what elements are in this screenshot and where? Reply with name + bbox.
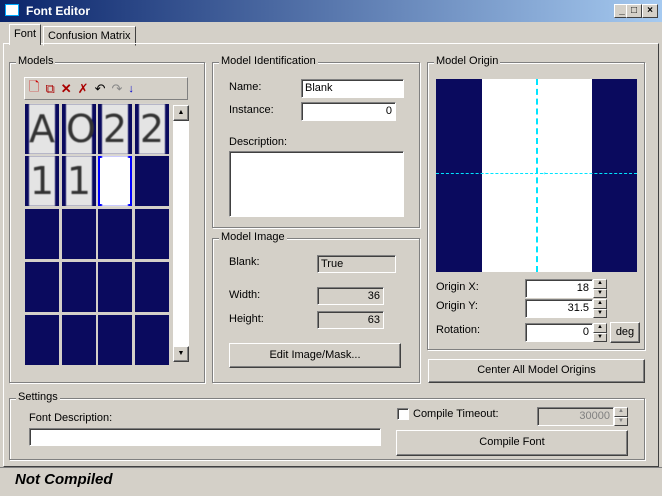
scroll-down-button[interactable]: ▼ [173,346,189,362]
models-toolbar: 🗋 ⧉ ✕ ✗ ↶ ↷ ↓ [24,77,188,100]
compile-timeout-input[interactable]: 30000 [537,407,614,426]
rotation-spinner[interactable]: ▲ ▼ [593,323,607,342]
compile-timeout-spinner[interactable]: ▲ ▼ [614,407,628,426]
models-label: Models [16,55,56,67]
origin-horizontal-line [436,173,637,174]
origin-y-input[interactable]: 31.5 [525,299,593,318]
width-label: Width: [229,289,261,301]
model-cell[interactable] [98,262,132,312]
rotation-unit-button[interactable]: deg [610,322,640,343]
compile-status: Not Compiled [15,471,113,488]
center-all-origins-button[interactable]: Center All Model Origins [428,359,645,383]
app-icon [5,4,19,16]
compile-timeout-checkbox[interactable] [397,408,409,420]
origin-arrow-icon: → [538,167,548,178]
rotation-label: Rotation: [436,324,481,336]
height-label: Height: [229,313,264,325]
delete-icon[interactable]: ✕ [61,81,72,97]
new-model-icon[interactable]: 🗋 [29,78,39,100]
description-textarea[interactable] [229,151,404,217]
window-title: Font Editor [26,4,90,18]
undo-icon[interactable]: ↶ [95,81,106,97]
model-cell[interactable]: 2 [98,104,132,154]
origin-y-spinner[interactable]: ▲ ▼ [593,299,607,318]
model-thumbnail: 1 [66,156,92,206]
rotation-input[interactable]: 0 [525,323,593,342]
copy-model-icon[interactable]: ⧉ [45,81,54,97]
sort-icon[interactable]: ↓ [128,83,134,95]
redo-icon[interactable]: ↷ [111,81,122,97]
model-cell[interactable]: 1 [25,156,59,206]
font-description-input[interactable] [29,428,381,446]
model-cell[interactable] [25,209,59,259]
model-cell[interactable] [25,262,59,312]
blank-label: Blank: [229,256,260,268]
model-identification-label: Model Identification [219,55,318,67]
origin-x-input[interactable]: 18 [525,279,593,298]
tab-font[interactable]: Font [9,24,42,45]
model-thumbnail: O [66,104,96,154]
maximize-button[interactable]: □ [626,4,642,18]
model-cell[interactable]: 1 [62,156,96,206]
model-cell[interactable]: A [25,104,59,154]
instance-input[interactable]: 0 [301,102,396,121]
edit-image-mask-button[interactable]: Edit Image/Mask... [229,343,401,368]
model-cell[interactable] [98,156,132,206]
model-cell[interactable] [62,209,96,259]
model-cell[interactable]: 2 [135,104,169,154]
model-cell[interactable] [62,262,96,312]
model-thumbnail: A [29,104,55,154]
blank-value: True [317,255,396,273]
status-bar: Not Compiled [0,467,662,496]
close-button[interactable]: × [642,4,658,18]
compile-font-button[interactable]: Compile Font [396,430,628,456]
model-cell[interactable]: O [62,104,96,154]
settings-label: Settings [16,391,60,403]
model-image-label: Model Image [219,231,287,243]
font-description-label: Font Description: [29,412,113,424]
model-thumbnail: 2 [139,104,165,154]
model-origin-label: Model Origin [434,55,501,67]
origin-y-label: Origin Y: [436,300,478,312]
model-cell[interactable] [25,315,59,365]
model-cell[interactable] [135,156,169,206]
width-value: 36 [317,287,384,305]
title-bar: Font Editor _ □ × [0,0,662,22]
instance-label: Instance: [229,104,274,116]
origin-preview[interactable]: → [436,79,637,272]
name-input[interactable]: Blank [301,79,404,98]
models-scrollbar[interactable]: ▲ ▼ [172,104,190,363]
model-thumbnail: 2 [102,104,128,154]
model-cell[interactable] [98,315,132,365]
origin-x-label: Origin X: [436,281,479,293]
description-label: Description: [229,136,288,148]
model-cell[interactable] [135,262,169,312]
model-thumbnail [102,156,128,206]
height-value: 63 [317,311,384,329]
compile-timeout-label: Compile Timeout: [413,408,499,420]
model-cell[interactable] [98,209,132,259]
model-cell[interactable] [62,315,96,365]
origin-x-spinner[interactable]: ▲ ▼ [593,279,607,298]
name-label: Name: [229,81,262,93]
model-thumbnail: 1 [29,156,55,206]
model-cell[interactable] [135,315,169,365]
delete-all-icon[interactable]: ✗ [78,81,89,97]
model-cell[interactable] [135,209,169,259]
scroll-up-button[interactable]: ▲ [173,105,189,121]
